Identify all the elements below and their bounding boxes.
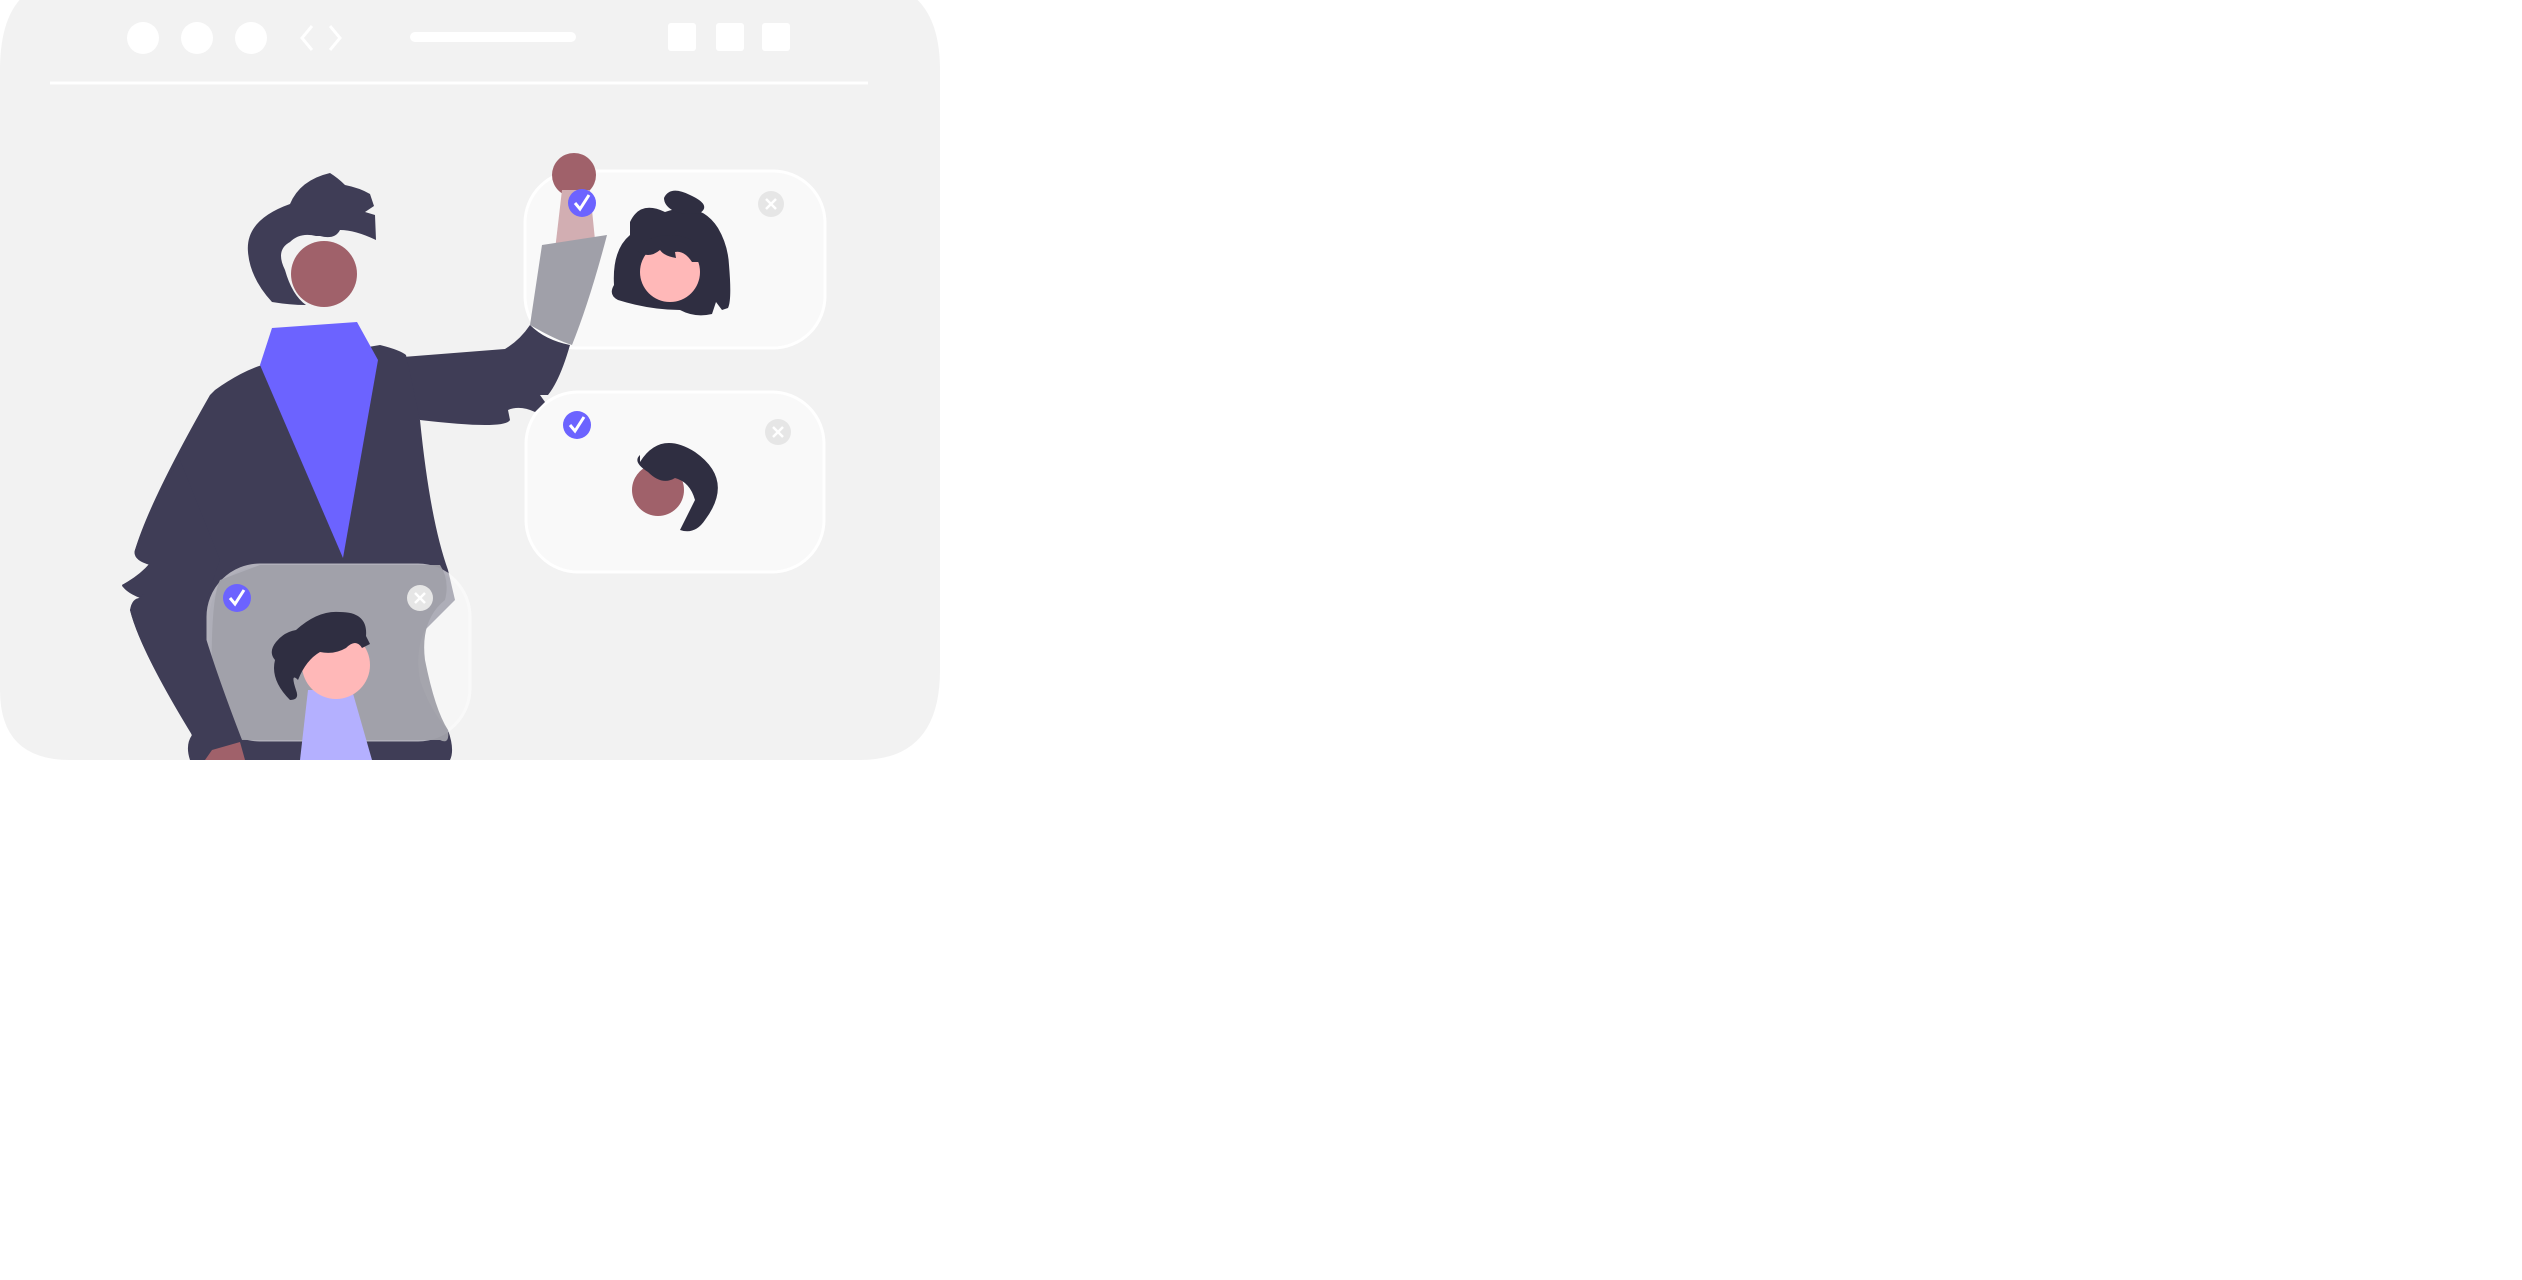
illustration-scene: [0, 0, 940, 760]
square-icon[interactable]: [716, 23, 744, 51]
close-icon[interactable]: [765, 419, 791, 445]
window-dot-3[interactable]: [235, 22, 267, 54]
check-icon[interactable]: [568, 189, 596, 217]
check-icon[interactable]: [563, 411, 591, 439]
close-icon[interactable]: [407, 585, 433, 611]
profile-card-middle[interactable]: [524, 390, 826, 574]
profile-card-bottom[interactable]: [206, 563, 472, 760]
square-icon[interactable]: [668, 23, 696, 51]
square-icon[interactable]: [762, 23, 790, 51]
close-icon[interactable]: [758, 191, 784, 217]
window-dot-2[interactable]: [181, 22, 213, 54]
window-dot-1[interactable]: [127, 22, 159, 54]
window-controls: [127, 22, 267, 54]
address-bar[interactable]: [410, 32, 576, 42]
check-icon[interactable]: [223, 584, 251, 612]
